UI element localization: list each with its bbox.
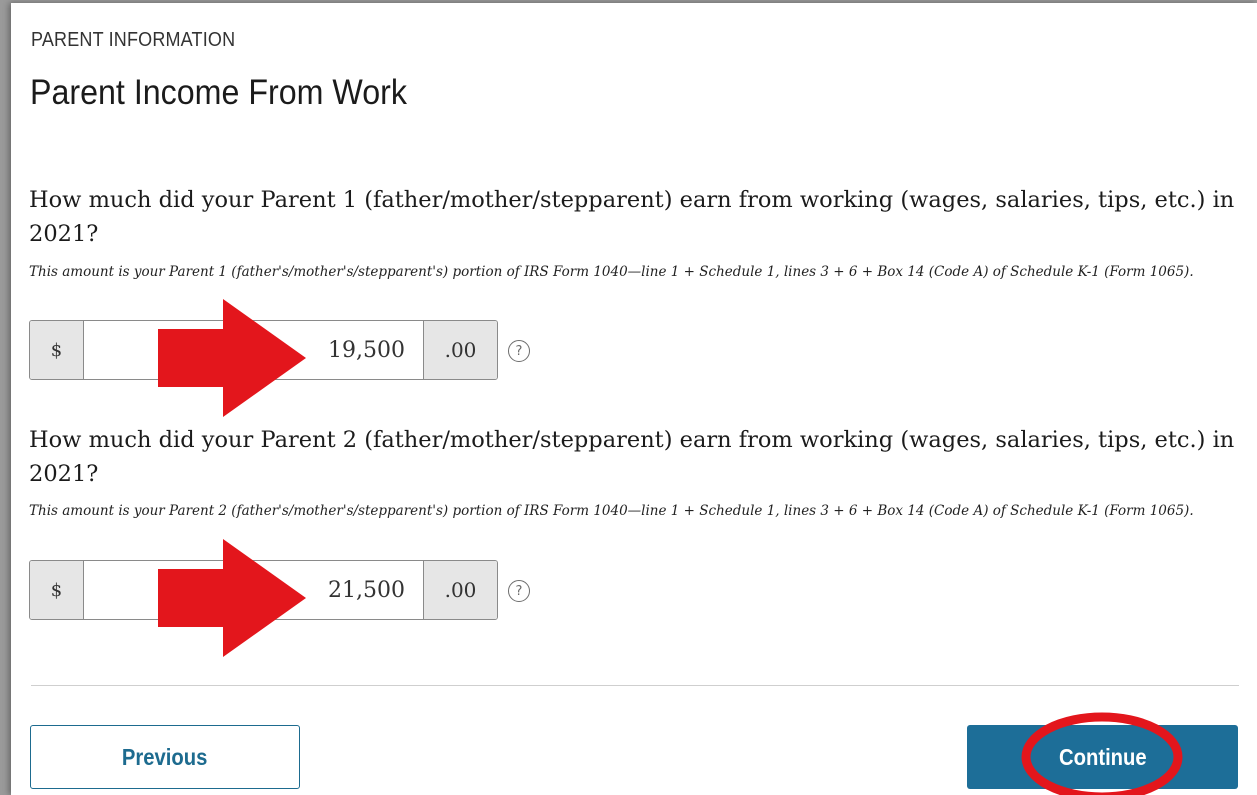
page-title: Parent Income From Work [30,73,407,112]
divider [31,685,1239,686]
parent1-cents-addon: .00 [423,321,497,379]
previous-button-label: Previous [122,743,208,770]
continue-button-label: Continue [1058,743,1147,770]
parent2-hint: This amount is your Parent 2 (father's/m… [29,503,1194,519]
parent1-dollar-addon: $ [30,321,84,379]
right-arrow-icon [158,299,306,417]
parent1-hint: This amount is your Parent 1 (father's/m… [29,264,1194,280]
parent2-question: How much did your Parent 2 (father/mothe… [29,427,1235,487]
parent1-help-icon[interactable]: ? [508,340,530,362]
section-label: PARENT INFORMATION [31,29,236,51]
continue-button[interactable]: Continue [967,725,1238,789]
parent2-help-icon[interactable]: ? [508,580,530,602]
parent1-question: How much did your Parent 1 (father/mothe… [29,187,1235,247]
parent2-cents-addon: .00 [423,561,497,619]
previous-button[interactable]: Previous [30,725,300,789]
parent-income-panel: PARENT INFORMATION Parent Income From Wo… [11,3,1257,795]
parent2-dollar-addon: $ [30,561,84,619]
right-arrow-icon [158,539,306,657]
